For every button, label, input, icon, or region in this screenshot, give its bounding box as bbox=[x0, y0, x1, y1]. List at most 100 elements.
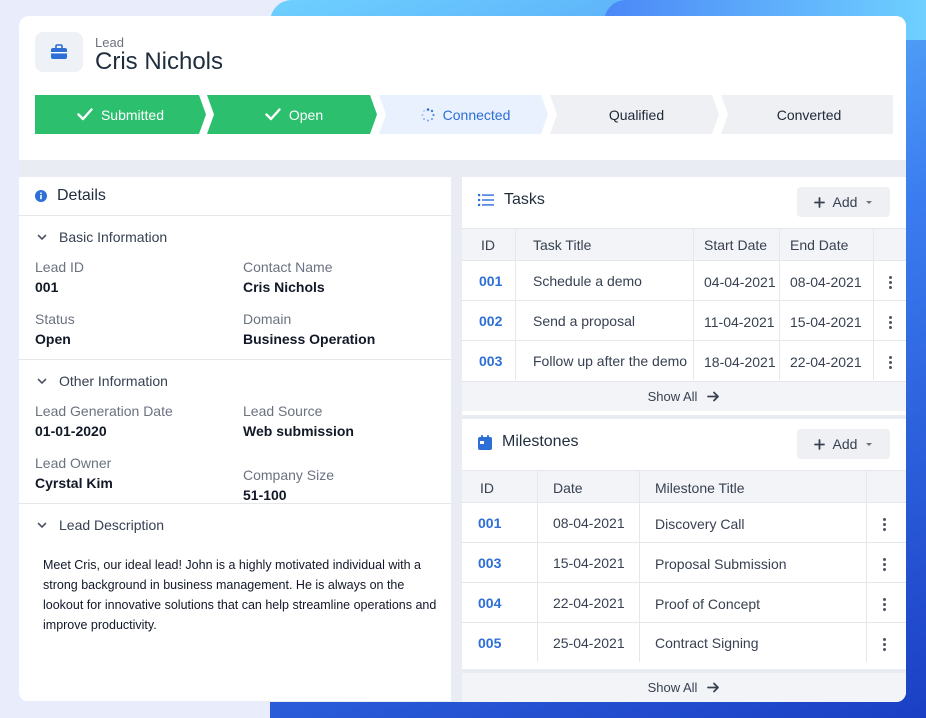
chevron-down-icon bbox=[37, 234, 47, 240]
milestone-id-link[interactable]: 005 bbox=[478, 635, 501, 651]
task-title: Schedule a demo bbox=[533, 273, 642, 289]
lead-source-label: Lead Source bbox=[243, 403, 323, 419]
task-title: Send a proposal bbox=[533, 313, 635, 329]
column-divider bbox=[873, 228, 874, 380]
table-row[interactable]: 004 22-04-2021 Proof of Concept bbox=[462, 582, 906, 622]
list-icon bbox=[478, 194, 494, 206]
column-divider bbox=[537, 470, 538, 662]
more-vertical-icon[interactable] bbox=[883, 273, 897, 291]
caret-down-icon bbox=[866, 200, 873, 204]
column-header[interactable]: Task Title bbox=[533, 237, 591, 253]
add-label: Add bbox=[832, 194, 858, 210]
info-icon bbox=[35, 190, 47, 202]
more-vertical-icon[interactable] bbox=[877, 555, 891, 573]
tasks-table-header: ID Task Title Start Date End Date bbox=[462, 228, 906, 260]
column-header[interactable]: ID bbox=[480, 480, 494, 496]
milestone-date: 08-04-2021 bbox=[553, 515, 625, 531]
lead-gen-date-value: 01-01-2020 bbox=[35, 423, 107, 439]
column-header[interactable]: ID bbox=[481, 237, 495, 253]
column-header[interactable]: Date bbox=[553, 480, 583, 496]
more-vertical-icon[interactable] bbox=[877, 595, 891, 613]
contact-name-label: Contact Name bbox=[243, 259, 333, 275]
task-id-link[interactable]: 001 bbox=[479, 273, 502, 289]
details-header: Details bbox=[35, 187, 106, 205]
divider bbox=[19, 503, 451, 504]
stage-progress: Submitted Open Connected Qualified Conve… bbox=[35, 95, 893, 134]
more-vertical-icon[interactable] bbox=[877, 635, 891, 653]
tasks-show-all-button[interactable]: Show All bbox=[462, 381, 906, 411]
caret-down-icon bbox=[866, 442, 873, 446]
lead-description-toggle[interactable]: Lead Description bbox=[37, 517, 164, 533]
table-row[interactable]: 003 15-04-2021 Proposal Submission bbox=[462, 542, 906, 582]
other-info-toggle[interactable]: Other Information bbox=[37, 373, 168, 389]
task-id-link[interactable]: 003 bbox=[479, 353, 502, 369]
milestone-id-link[interactable]: 004 bbox=[478, 595, 501, 611]
tasks-panel: Tasks Add ID Task Title Start Date End D… bbox=[462, 177, 906, 415]
show-all-label: Show All bbox=[647, 389, 698, 404]
column-header[interactable]: End Date bbox=[790, 237, 848, 253]
more-vertical-icon[interactable] bbox=[883, 313, 897, 331]
task-start-date: 18-04-2021 bbox=[704, 354, 776, 370]
table-row[interactable]: 002 Send a proposal 11-04-2021 15-04-202… bbox=[462, 300, 906, 340]
basic-info-toggle[interactable]: Basic Information bbox=[37, 229, 167, 245]
lead-id-label: Lead ID bbox=[35, 259, 85, 275]
stage-label: Connected bbox=[442, 106, 511, 123]
stage-label: Open bbox=[288, 106, 324, 123]
milestone-date: 25-04-2021 bbox=[553, 635, 625, 651]
milestones-header: Milestones bbox=[478, 433, 578, 451]
milestone-id-link[interactable]: 003 bbox=[478, 555, 501, 571]
column-header[interactable]: Milestone Title bbox=[655, 480, 744, 496]
stage-label: Converted bbox=[776, 106, 842, 123]
task-end-date: 15-04-2021 bbox=[790, 314, 862, 330]
task-id-link[interactable]: 002 bbox=[479, 313, 502, 329]
details-title: Details bbox=[57, 187, 106, 204]
table-row[interactable]: 001 08-04-2021 Discovery Call bbox=[462, 502, 906, 542]
stage-label: Submitted bbox=[100, 106, 165, 123]
stage-submitted[interactable]: Submitted bbox=[35, 95, 206, 134]
table-row[interactable]: 001 Schedule a demo 04-04-2021 08-04-202… bbox=[462, 260, 906, 300]
more-vertical-icon[interactable] bbox=[883, 353, 897, 371]
loading-spinner-icon bbox=[421, 107, 435, 121]
section-title: Basic Information bbox=[59, 229, 168, 245]
task-start-date: 11-04-2021 bbox=[704, 314, 775, 330]
details-panel: Details Basic Information Lead ID 001 Co… bbox=[19, 177, 451, 701]
arrow-right-icon bbox=[707, 391, 720, 402]
lead-gen-date-label: Lead Generation Date bbox=[35, 403, 173, 419]
stage-converted[interactable]: Converted bbox=[725, 95, 893, 134]
column-divider bbox=[693, 228, 694, 380]
column-divider bbox=[779, 228, 780, 380]
lead-source-value: Web submission bbox=[243, 423, 354, 439]
milestone-date: 15-04-2021 bbox=[553, 555, 625, 571]
column-header[interactable]: Start Date bbox=[704, 237, 767, 253]
calendar-icon bbox=[478, 434, 492, 450]
contact-name-value: Cris Nichols bbox=[243, 279, 325, 295]
check-icon bbox=[265, 108, 281, 121]
table-row[interactable]: 003 Follow up after the demo 18-04-2021 … bbox=[462, 340, 906, 380]
column-divider bbox=[515, 228, 516, 380]
milestone-title: Discovery Call bbox=[655, 516, 745, 532]
stage-open[interactable]: Open bbox=[211, 95, 377, 134]
lead-owner-value: Cyrstal Kim bbox=[35, 475, 113, 491]
lead-description-text: Meet Cris, our ideal lead! John is a hig… bbox=[43, 558, 437, 632]
milestone-id-link[interactable]: 001 bbox=[478, 515, 501, 531]
domain-label: Domain bbox=[243, 311, 292, 327]
table-row[interactable]: 005 25-04-2021 Contract Signing bbox=[462, 622, 906, 662]
add-task-button[interactable]: Add bbox=[797, 187, 890, 217]
milestones-show-all-button[interactable]: Show All bbox=[462, 669, 906, 702]
company-size-label: Company Size bbox=[243, 467, 335, 483]
status-label: Status bbox=[35, 311, 75, 327]
add-milestone-button[interactable]: Add bbox=[797, 429, 890, 459]
tasks-title: Tasks bbox=[504, 191, 545, 208]
milestone-title: Contract Signing bbox=[655, 635, 759, 651]
more-vertical-icon[interactable] bbox=[877, 515, 891, 533]
tasks-header: Tasks bbox=[478, 191, 545, 209]
task-end-date: 22-04-2021 bbox=[790, 354, 862, 370]
plus-icon bbox=[813, 438, 825, 450]
stage-connected[interactable]: Connected bbox=[383, 95, 548, 134]
stage-qualified[interactable]: Qualified bbox=[554, 95, 719, 134]
arrow-right-icon bbox=[707, 682, 720, 693]
divider bbox=[19, 215, 451, 216]
milestone-title: Proof of Concept bbox=[655, 596, 761, 612]
plus-icon bbox=[813, 196, 825, 208]
task-title: Follow up after the demo bbox=[533, 353, 688, 369]
